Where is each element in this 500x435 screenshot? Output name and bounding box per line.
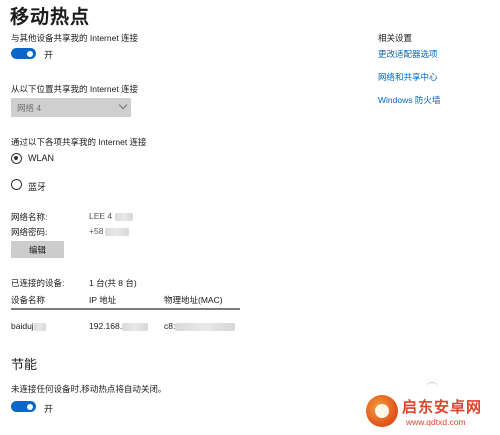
link-network-sharing-center[interactable]: 网络和共享中心 xyxy=(378,71,438,83)
connected-count: 1 台(共 8 台) xyxy=(89,278,137,288)
device-ip-cell: 192.168. xyxy=(89,321,149,331)
radio-bluetooth[interactable] xyxy=(11,179,22,190)
share-over-label: 通过以下各项共享我的 Internet 连接 xyxy=(11,137,147,147)
power-toggle-state: 开 xyxy=(44,404,54,414)
share-toggle-state: 开 xyxy=(44,50,54,60)
network-password-value: +58 xyxy=(89,226,130,236)
power-toggle[interactable] xyxy=(11,401,36,412)
network-password-label: 网络密码: xyxy=(11,227,48,237)
device-mac-cell: c8: xyxy=(164,321,236,331)
chevron-down-icon xyxy=(118,100,128,110)
page-title: 移动热点 xyxy=(10,7,91,28)
share-from-dropdown[interactable]: 网络 4 xyxy=(11,98,131,117)
related-title: 相关设置 xyxy=(378,33,413,43)
radio-wlan[interactable] xyxy=(11,153,22,164)
network-name-value: LEE 4 xyxy=(89,211,133,221)
watermark-url: www.qdtxd.com xyxy=(406,417,466,427)
col-device-name: 设备名称 xyxy=(11,295,46,305)
network-name-label: 网络名称: xyxy=(11,212,48,222)
share-from-selected: 网络 4 xyxy=(17,103,42,113)
radio-bluetooth-label[interactable]: 蓝牙 xyxy=(28,180,46,193)
link-windows-firewall[interactable]: Windows 防火墙 xyxy=(378,94,440,106)
share-from-label: 从以下位置共享我的 Internet 连接 xyxy=(11,84,139,94)
radio-wlan-label[interactable]: WLAN xyxy=(28,153,54,163)
col-ip: IP 地址 xyxy=(89,295,117,305)
link-adapter-options[interactable]: 更改适配器选项 xyxy=(378,48,438,60)
watermark-logo-icon xyxy=(366,395,398,427)
watermark: 启东安卓网 www.qdtxd.com xyxy=(366,393,498,433)
power-description: 未连接任何设备时,移动热点将自动关闭。 xyxy=(11,384,167,394)
connected-label: 已连接的设备: xyxy=(11,278,65,288)
device-name-cell: baiduj xyxy=(11,321,46,331)
power-title: 节能 xyxy=(11,357,38,372)
share-toggle[interactable] xyxy=(11,48,36,59)
watermark-text: 启东安卓网 xyxy=(402,399,483,416)
edit-button[interactable]: 编辑 xyxy=(11,241,64,258)
col-mac: 物理地址(MAC) xyxy=(164,295,223,305)
table-divider xyxy=(11,308,240,310)
share-label: 与其他设备共享我的 Internet 连接 xyxy=(11,33,139,43)
